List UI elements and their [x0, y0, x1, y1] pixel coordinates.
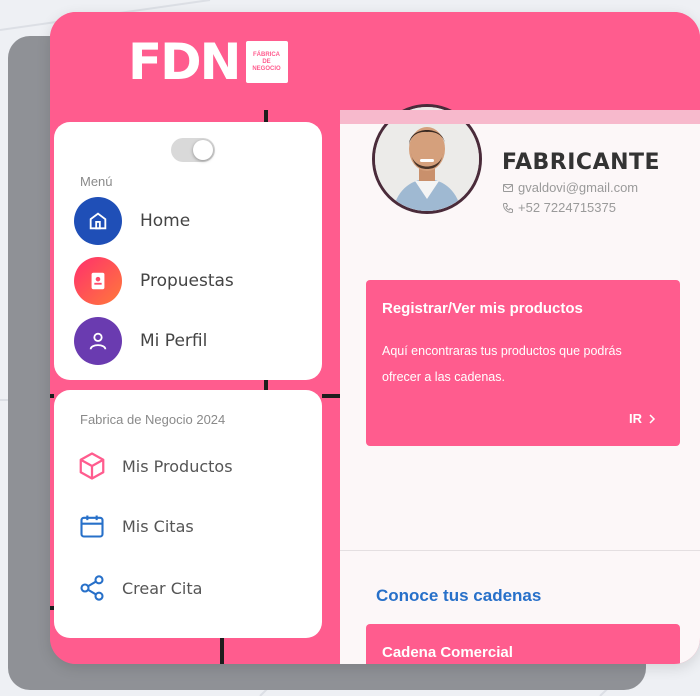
- sidebar-item-label: Propuestas: [140, 271, 234, 291]
- calendar-icon: [76, 510, 108, 542]
- notebook-icon: [74, 257, 122, 305]
- sidebar-item-home[interactable]: Home: [74, 196, 190, 246]
- grid-line: [50, 394, 54, 398]
- sidebar-item-label: Mi Perfil: [140, 331, 208, 351]
- cadenas-title: Conoce tus cadenas: [376, 586, 542, 605]
- logo-text: FDN: [128, 33, 242, 91]
- cadena-card[interactable]: Cadena Comercial: [366, 624, 680, 664]
- menu-card: Menú Home Propuestas Mi Perfil: [54, 122, 322, 380]
- ir-link-label: IR: [629, 411, 642, 426]
- profile-email-text: gvaldovi@gmail.com: [518, 180, 639, 195]
- header-strip: [340, 110, 700, 124]
- cadena-card-label: Cadena Comercial: [382, 644, 513, 661]
- phone-icon: [502, 202, 513, 213]
- sidebar-item-mi-perfil[interactable]: Mi Perfil: [74, 316, 207, 366]
- box-icon: [76, 450, 108, 482]
- promo-description: Aquí encontraras tus productos que podrá…: [382, 344, 622, 384]
- divider: [340, 550, 700, 551]
- sidebar-item-label: Mis Productos: [122, 456, 233, 476]
- profile-email[interactable]: gvaldovi@gmail.com: [502, 180, 638, 195]
- profile-phone[interactable]: +52 7224715375: [502, 200, 616, 215]
- ir-link[interactable]: IR: [629, 411, 658, 426]
- logo-badge: FÁBRICA DE NEGOCIO: [245, 41, 288, 83]
- sidebar-item-mis-citas[interactable]: Mis Citas: [76, 508, 194, 544]
- profile-phone-text: +52 7224715375: [518, 200, 616, 215]
- home-icon: [74, 197, 122, 245]
- sidebar-item-mis-productos[interactable]: Mis Productos: [76, 448, 233, 484]
- top-header: FDN FÁBRICA DE NEGOCIO: [50, 12, 700, 110]
- mail-icon: [503, 183, 513, 192]
- grid-line: [322, 394, 340, 398]
- register-products-card[interactable]: Registrar/Ver mis productos Aquí encontr…: [366, 280, 680, 446]
- sidebar-item-label: Home: [140, 211, 191, 231]
- sidebar-item-label: Crear Cita: [122, 578, 203, 598]
- brand-logo[interactable]: FDN FÁBRICA DE NEGOCIO: [128, 33, 288, 91]
- promo-title: Registrar/Ver mis productos: [382, 300, 583, 317]
- sidebar-item-propuestas[interactable]: Propuestas: [74, 256, 234, 306]
- sidebar-item-crear-cita[interactable]: Crear Cita: [76, 570, 202, 606]
- app-frame: FDN FÁBRICA DE NEGOCIO Menú Home Propues…: [50, 12, 700, 664]
- menu-section-label: Menú: [80, 174, 113, 189]
- theme-toggle[interactable]: [171, 138, 215, 162]
- profile-role: FABRICANTE: [502, 150, 661, 175]
- sidebar-item-label: Mis Citas: [122, 516, 194, 536]
- chevron-right-icon: [649, 413, 656, 424]
- grid-line: [264, 110, 268, 122]
- fdn-section-label: Fabrica de Negocio 2024: [80, 412, 226, 427]
- main-content: FABRICANTE gvaldovi@gmail.com +52 722471…: [340, 104, 700, 664]
- fdn-menu-card: Fabrica de Negocio 2024 Mis Productos Mi…: [54, 390, 322, 638]
- grid-line: [220, 638, 224, 664]
- share-icon: [76, 572, 108, 604]
- user-icon: [74, 317, 122, 365]
- toggle-knob: [193, 140, 213, 160]
